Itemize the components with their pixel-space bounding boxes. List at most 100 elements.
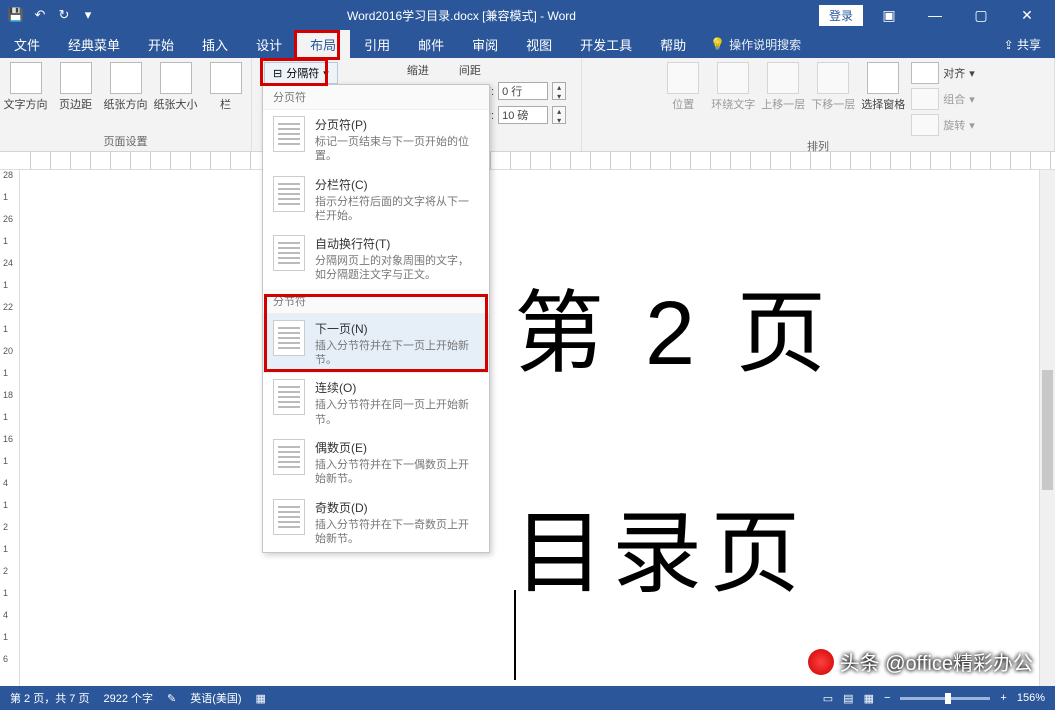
dd-item-next-page[interactable]: 下一页(N) 插入分节符并在下一页上开始新节。 xyxy=(263,314,489,374)
text-direction-icon xyxy=(10,62,42,94)
tab-help[interactable]: 帮助 xyxy=(646,30,700,58)
spacing-label: 间距 xyxy=(459,62,566,78)
vertical-scrollbar[interactable] xyxy=(1039,170,1055,686)
align-label: 对齐 xyxy=(943,65,965,81)
vertical-ruler[interactable]: 281261241221201181161412121416 xyxy=(0,170,20,686)
quick-access-toolbar: 💾 ↶ ↻ ▾ xyxy=(0,7,104,23)
spellcheck-icon[interactable]: ✎ xyxy=(167,692,176,705)
tab-file[interactable]: 文件 xyxy=(0,30,54,58)
tab-insert[interactable]: 插入 xyxy=(188,30,242,58)
dd-item-page-break[interactable]: 分页符(P) 标记一页结束与下一页开始的位置。 xyxy=(263,110,489,170)
maximize-icon[interactable]: ▢ xyxy=(961,0,1001,30)
chevron-down-icon: ▾ xyxy=(323,67,329,80)
tab-developer[interactable]: 开发工具 xyxy=(566,30,646,58)
breaks-label: 分隔符 xyxy=(286,65,319,81)
dd-desc: 插入分节符并在下一偶数页上开始新节。 xyxy=(315,458,479,487)
size-button[interactable]: 纸张大小 xyxy=(154,62,198,112)
tab-layout[interactable]: 布局 xyxy=(296,30,350,58)
orientation-button[interactable]: 纸张方向 xyxy=(104,62,148,112)
dd-item-continuous[interactable]: 连续(O)插入分节符并在同一页上开始新节。 xyxy=(263,373,489,433)
scrollbar-thumb[interactable] xyxy=(1042,370,1053,490)
macro-icon[interactable]: ▦ xyxy=(256,692,266,705)
text-direction-button[interactable]: 文字方向 xyxy=(4,62,48,112)
login-button[interactable]: 登录 xyxy=(819,5,863,26)
qat-more-icon[interactable]: ▾ xyxy=(80,7,96,23)
watermark-logo-icon xyxy=(808,649,834,675)
status-bar: 第 2 页，共 7 页 2922 个字 ✎ 英语(美国) ▦ ▭ ▤ ▦ − +… xyxy=(0,686,1055,710)
dd-title: 分页符(P) xyxy=(315,116,479,133)
zoom-in-icon[interactable]: + xyxy=(1000,692,1006,704)
redo-icon[interactable]: ↻ xyxy=(56,7,72,23)
margins-icon xyxy=(60,62,92,94)
continuous-icon xyxy=(273,379,305,415)
dd-desc: 插入分节符并在下一页上开始新节。 xyxy=(315,339,479,368)
breaks-dropdown-button[interactable]: ⊟ 分隔符 ▾ xyxy=(264,62,338,84)
dd-title: 自动换行符(T) xyxy=(315,235,479,252)
ribbon-tabs: 文件 经典菜单 开始 插入 设计 布局 引用 邮件 审阅 视图 开发工具 帮助 … xyxy=(0,30,1055,58)
status-language[interactable]: 英语(美国) xyxy=(190,690,241,706)
margins-button[interactable]: 页边距 xyxy=(54,62,98,112)
next-page-icon xyxy=(273,320,305,356)
selection-pane-button[interactable]: 选择窗格 xyxy=(861,62,905,112)
undo-icon[interactable]: ↶ xyxy=(32,7,48,23)
align-button[interactable]: 对齐▾ xyxy=(911,62,975,84)
dd-title: 下一页(N) xyxy=(315,320,479,337)
columns-button[interactable]: 栏 xyxy=(204,62,248,112)
tab-mailings[interactable]: 邮件 xyxy=(404,30,458,58)
dd-item-odd-page[interactable]: 奇数页(D)插入分节符并在下一奇数页上开始新节。 xyxy=(263,493,489,553)
dd-item-column-break[interactable]: 分栏符(C)指示分栏符后面的文字将从下一栏开始。 xyxy=(263,170,489,230)
odd-page-icon xyxy=(273,499,305,535)
send-backward-button: 下移一层 xyxy=(811,62,855,112)
view-read-icon[interactable]: ▭ xyxy=(823,692,833,705)
position-label: 位置 xyxy=(672,96,694,112)
size-icon xyxy=(160,62,192,94)
dd-item-text-wrapping[interactable]: 自动换行符(T)分隔网页上的对象周围的文字，如分隔题注文字与正文。 xyxy=(263,229,489,289)
minimize-icon[interactable]: — xyxy=(915,0,955,30)
breaks-dropdown-panel: 分页符 分页符(P)标记一页结束与下一页开始的位置。 分栏符(C)指示分栏符后面… xyxy=(262,84,490,553)
tab-review[interactable]: 审阅 xyxy=(458,30,512,58)
view-print-icon[interactable]: ▤ xyxy=(843,692,853,705)
tab-classic[interactable]: 经典菜单 xyxy=(54,30,134,58)
zoom-out-icon[interactable]: − xyxy=(884,692,890,704)
backward-label: 下移一层 xyxy=(811,96,855,112)
close-icon[interactable]: ✕ xyxy=(1007,0,1047,30)
wrap-label: 环绕文字 xyxy=(711,96,755,112)
text-wrap-break-icon xyxy=(273,235,305,271)
spacing-after-spinner[interactable]: ▴▾ xyxy=(552,106,566,124)
zoom-slider[interactable] xyxy=(900,697,990,700)
spacing-before-spinner[interactable]: ▴▾ xyxy=(552,82,566,100)
group-icon xyxy=(911,88,939,110)
workspace: 281261241221201181161412121416 第 2 页 目录页 xyxy=(0,170,1055,686)
tab-view[interactable]: 视图 xyxy=(512,30,566,58)
tab-references[interactable]: 引用 xyxy=(350,30,404,58)
share-button[interactable]: ⇪ 共享 xyxy=(990,36,1055,53)
zoom-percent[interactable]: 156% xyxy=(1017,692,1045,704)
spacing-before-input[interactable]: 0 行 xyxy=(498,82,548,100)
watermark: 头条 @office精彩办公 xyxy=(808,647,1033,676)
window-title: Word2016学习目录.docx [兼容模式] - Word xyxy=(104,7,819,24)
view-web-icon[interactable]: ▦ xyxy=(864,692,874,705)
ribbon: 文字方向 页边距 纸张方向 纸张大小 栏 页面设置 缩进 间距 ‡ 段前: 0 … xyxy=(0,58,1055,152)
wrap-icon xyxy=(717,62,749,94)
text-cursor xyxy=(514,590,516,680)
watermark-text: 头条 @office精彩办公 xyxy=(840,647,1033,676)
spacing-after-input[interactable]: 10 磅 xyxy=(498,106,548,124)
rotate-label: 旋转 xyxy=(943,117,965,133)
ribbon-display-icon[interactable]: ▣ xyxy=(869,0,909,30)
selection-icon xyxy=(867,62,899,94)
tab-home[interactable]: 开始 xyxy=(134,30,188,58)
margins-label: 页边距 xyxy=(59,96,92,112)
tell-me-search[interactable]: 💡 操作说明搜索 xyxy=(710,36,801,53)
save-icon[interactable]: 💾 xyxy=(8,7,24,23)
dd-item-even-page[interactable]: 偶数页(E)插入分节符并在下一偶数页上开始新节。 xyxy=(263,433,489,493)
column-break-icon xyxy=(273,176,305,212)
selection-label: 选择窗格 xyxy=(861,96,905,112)
document-area[interactable]: 第 2 页 目录页 xyxy=(20,170,1055,686)
group-page-setup: 文字方向 页边距 纸张方向 纸张大小 栏 页面设置 xyxy=(0,58,252,151)
status-word-count[interactable]: 2922 个字 xyxy=(103,690,153,706)
status-page[interactable]: 第 2 页，共 7 页 xyxy=(10,690,89,706)
dd-desc: 标记一页结束与下一页开始的位置。 xyxy=(315,135,479,164)
page-setup-group-label: 页面设置 xyxy=(104,131,148,149)
horizontal-ruler[interactable] xyxy=(0,152,1055,170)
tab-design[interactable]: 设计 xyxy=(242,30,296,58)
